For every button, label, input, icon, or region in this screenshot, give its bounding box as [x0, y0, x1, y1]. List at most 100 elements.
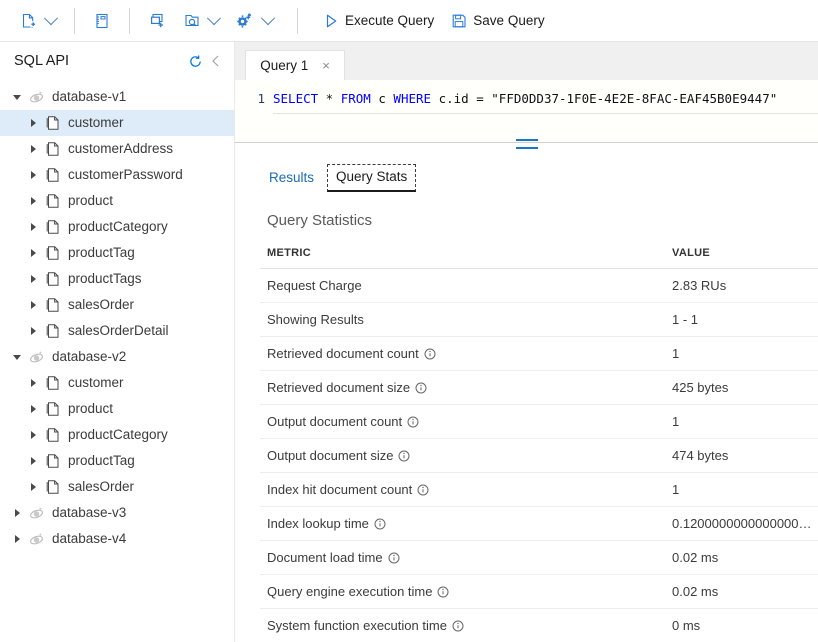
new-sql-query-button[interactable]	[140, 8, 175, 34]
metric-cell: Retrieved document count	[260, 336, 665, 371]
editor-line-number: 1	[257, 91, 265, 106]
chevron-right-icon[interactable]	[26, 480, 40, 494]
open-notebook-button[interactable]	[85, 8, 119, 34]
chevron-right-icon[interactable]	[26, 428, 40, 442]
tree-item-productcategory[interactable]: productCategory	[0, 214, 234, 240]
container-icon	[44, 297, 61, 314]
metric-cell: Retrieved document size	[260, 370, 665, 405]
chevron-down-icon[interactable]	[10, 350, 24, 364]
tree-item-productcategory[interactable]: productCategory	[0, 422, 234, 448]
chevron-right-icon[interactable]	[10, 506, 24, 520]
table-row: Index lookup time 0.12000000000000001 ms	[260, 506, 818, 541]
tree-item-salesorder[interactable]: salesOrder	[0, 292, 234, 318]
chevron-right-icon[interactable]	[26, 142, 40, 156]
tree-item-customer[interactable]: customer	[0, 110, 234, 136]
query-text[interactable]: SELECT * FROM c WHERE c.id = "FFD0DD37-1…	[273, 91, 777, 142]
column-header-value: VALUE	[665, 243, 818, 269]
info-icon[interactable]	[398, 450, 410, 462]
save-query-button[interactable]: Save Query	[442, 8, 552, 34]
info-icon[interactable]	[407, 416, 419, 428]
info-icon[interactable]	[417, 484, 429, 496]
chevron-right-icon[interactable]	[26, 220, 40, 234]
tab-results[interactable]: Results	[260, 165, 323, 192]
info-icon[interactable]	[415, 382, 427, 394]
metric-cell: Request Charge	[260, 268, 665, 303]
table-row: Retrieved document size 425 bytes	[260, 370, 818, 405]
chevron-right-icon[interactable]	[26, 298, 40, 312]
new-settings-button[interactable]	[227, 8, 281, 34]
table-header-row: METRIC VALUE	[260, 243, 818, 269]
tree-item-label: productTag	[68, 245, 135, 261]
tree-item-product[interactable]: product	[0, 188, 234, 214]
tree-item-customeraddress[interactable]: customerAddress	[0, 136, 234, 162]
chevron-right-icon[interactable]	[26, 168, 40, 182]
chevron-right-icon[interactable]	[26, 376, 40, 390]
tree-item-salesorderdetail[interactable]: salesOrderDetail	[0, 318, 234, 344]
tree-item-customer[interactable]: customer	[0, 370, 234, 396]
column-header-metric: METRIC	[260, 243, 665, 269]
value-cell: 474 bytes	[665, 438, 818, 473]
tree-item-database-v4[interactable]: database-v4	[0, 526, 234, 552]
chevron-right-icon[interactable]	[26, 402, 40, 416]
tree-item-label: salesOrder	[68, 297, 135, 313]
container-icon	[44, 115, 61, 132]
tree-item-producttags[interactable]: productTags	[0, 266, 234, 292]
info-icon[interactable]	[437, 586, 449, 598]
query-editor[interactable]: 1 SELECT * FROM c WHERE c.id = "FFD0DD37…	[235, 80, 818, 142]
container-icon	[44, 375, 61, 392]
close-icon[interactable]: ×	[322, 59, 330, 72]
chevron-right-icon[interactable]	[10, 532, 24, 546]
chevron-right-icon[interactable]	[26, 454, 40, 468]
panel-splitter[interactable]	[235, 139, 818, 154]
toolbar-divider	[297, 7, 298, 34]
refresh-icon[interactable]	[185, 51, 206, 72]
tree-item-database-v3[interactable]: database-v3	[0, 500, 234, 526]
splitter-handle-icon[interactable]	[515, 139, 538, 149]
tree-item-producttag[interactable]: productTag	[0, 448, 234, 474]
metric-label: System function execution time	[267, 618, 447, 633]
sql-text: c	[370, 91, 394, 106]
value-cell: 0 ms	[665, 608, 818, 642]
info-icon[interactable]	[424, 348, 436, 360]
tree-item-label: product	[68, 193, 114, 209]
info-icon[interactable]	[452, 620, 464, 632]
tree-item-label: customer	[68, 115, 124, 131]
container-icon	[44, 453, 61, 470]
sql-keyword: WHERE	[393, 91, 432, 106]
chevron-right-icon[interactable]	[26, 116, 40, 130]
toolbar-divider	[129, 7, 130, 34]
metric-label: Retrieved document count	[267, 346, 419, 361]
chevron-right-icon[interactable]	[26, 246, 40, 260]
content-area: SQL API database-v1 customer customerAddre…	[0, 42, 818, 642]
info-icon[interactable]	[388, 552, 400, 564]
new-item-button[interactable]	[12, 8, 64, 34]
sql-text: *	[318, 91, 341, 106]
database-icon	[28, 531, 45, 548]
chevron-right-icon[interactable]	[26, 272, 40, 286]
query-tab[interactable]: Query 1 ×	[245, 50, 345, 80]
chevron-down-icon[interactable]	[10, 90, 24, 104]
tree-item-customerpassword[interactable]: customerPassword	[0, 162, 234, 188]
chevron-right-icon[interactable]	[26, 194, 40, 208]
tree-item-producttag[interactable]: productTag	[0, 240, 234, 266]
tree-item-salesorder[interactable]: salesOrder	[0, 474, 234, 500]
database-icon	[28, 505, 45, 522]
tree-item-database-v2[interactable]: database-v2	[0, 344, 234, 370]
execute-query-button[interactable]: Execute Query	[314, 8, 442, 34]
metric-cell: Index hit document count	[260, 472, 665, 507]
table-row: Document load time 0.02 ms	[260, 540, 818, 575]
tree-item-product[interactable]: product	[0, 396, 234, 422]
tab-query-stats[interactable]: Query Stats	[327, 164, 417, 192]
sidebar: SQL API database-v1 customer customerAddre…	[0, 42, 235, 642]
toolbar-group-notebook	[85, 8, 119, 34]
chevron-left-icon[interactable]	[206, 51, 226, 71]
info-icon[interactable]	[374, 518, 386, 530]
metric-label: Index hit document count	[267, 482, 413, 497]
database-icon	[28, 89, 45, 106]
query-tab-strip: Query 1 ×	[235, 42, 818, 80]
open-query-button[interactable]	[175, 8, 227, 34]
metric-cell: Index lookup time	[260, 506, 665, 541]
tree-item-database-v1[interactable]: database-v1	[0, 84, 234, 110]
chevron-right-icon[interactable]	[26, 324, 40, 338]
metric-cell: System function execution time	[260, 608, 665, 642]
